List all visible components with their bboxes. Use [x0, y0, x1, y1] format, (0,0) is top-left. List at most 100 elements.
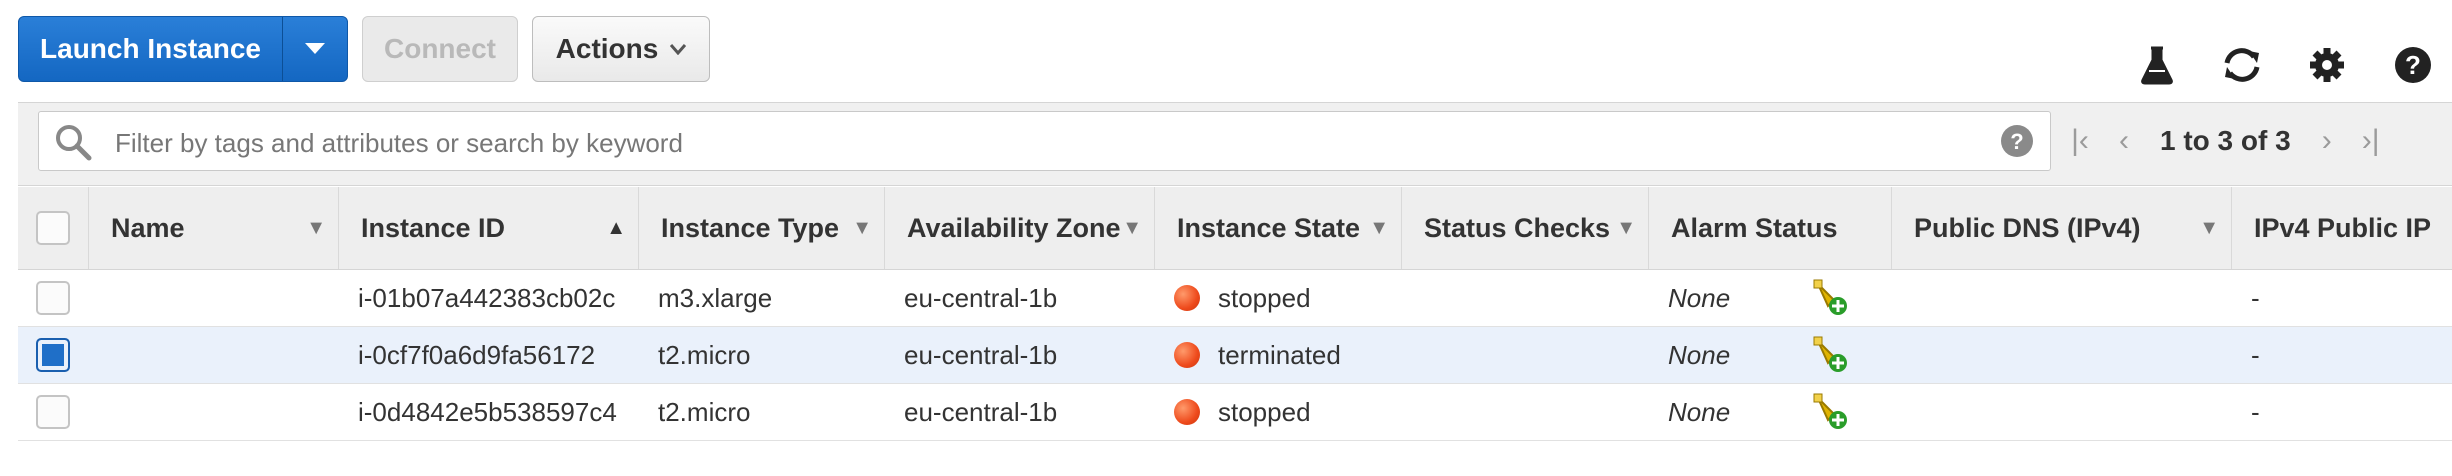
- sort-caret-icon: ▼: [1369, 217, 1389, 239]
- pagination: |‹ ‹ 1 to 3 of 3 › ›|: [2058, 111, 2452, 171]
- state-label: stopped: [1218, 396, 1311, 427]
- table-row[interactable]: i-01b07a442383cb02c m3.xlarge eu-central…: [18, 270, 2452, 327]
- column-header-status-checks[interactable]: Status Checks ▼: [1401, 187, 1648, 269]
- column-label: IPv4 Public IP: [2254, 212, 2432, 243]
- search-placeholder: Filter by tags and attributes or search …: [115, 128, 683, 158]
- prev-page-icon[interactable]: ‹: [2102, 124, 2146, 158]
- help-icon[interactable]: ?: [2388, 40, 2438, 90]
- cell-public-ip: -: [2251, 396, 2260, 427]
- cell-alarm-status: None: [1668, 282, 1731, 313]
- cell-name: [88, 327, 338, 383]
- column-header-instance-state[interactable]: Instance State ▼: [1154, 187, 1401, 269]
- create-alarm-icon[interactable]: [1810, 327, 1850, 383]
- column-header-instance-id[interactable]: Instance ID ▲: [338, 187, 638, 269]
- sort-caret-icon: ▼: [1122, 217, 1142, 239]
- column-label: Availability Zone: [907, 212, 1121, 243]
- row-checkbox[interactable]: [36, 281, 70, 315]
- column-label: Status Checks: [1424, 212, 1611, 243]
- svg-text:?: ?: [2010, 129, 2023, 154]
- launch-instance-label[interactable]: Launch Instance: [19, 17, 282, 81]
- flask-icon[interactable]: [2132, 40, 2182, 90]
- sort-ascending-icon: ▲: [606, 217, 626, 239]
- first-page-icon[interactable]: |‹: [2058, 124, 2102, 158]
- row-select-cell: [18, 327, 70, 383]
- table-header: Name ▼ Instance ID ▲ Instance Type ▼ Availa…: [18, 187, 2452, 270]
- instances-table: Name ▼ Instance ID ▲ Instance Type ▼ Availa…: [18, 187, 2452, 441]
- chevron-down-icon: [670, 44, 687, 55]
- cell-instance-type: t2.micro: [658, 396, 751, 427]
- refresh-icon[interactable]: [2217, 40, 2267, 90]
- cell-public-dns: [1891, 327, 1911, 383]
- cell-availability-zone: eu-central-1b: [904, 396, 1058, 427]
- column-header-availability-zone[interactable]: Availability Zone ▼: [884, 187, 1154, 269]
- instances-panel: Filter by tags and attributes or search …: [18, 102, 2452, 441]
- next-page-icon[interactable]: ›: [2305, 124, 2349, 158]
- cell-name: [88, 270, 338, 326]
- table-row[interactable]: i-0d4842e5b538597c4 t2.micro eu-central-…: [18, 384, 2452, 441]
- column-header-alarm-status[interactable]: Alarm Status: [1648, 187, 1891, 269]
- row-select-cell: [18, 270, 70, 326]
- toolbar: Launch Instance Connect Actions: [18, 16, 710, 82]
- connect-button[interactable]: Connect: [362, 16, 518, 82]
- cell-instance-state: stopped: [1154, 270, 1311, 326]
- search-input[interactable]: Filter by tags and attributes or search …: [38, 111, 2051, 171]
- launch-instance-button[interactable]: Launch Instance: [18, 16, 348, 82]
- create-alarm-icon[interactable]: [1810, 270, 1850, 326]
- cell-alarm-status: None: [1668, 339, 1731, 370]
- column-header-instance-type[interactable]: Instance Type ▼: [638, 187, 884, 269]
- column-header-public-dns[interactable]: Public DNS (IPv4) ▼: [1891, 187, 2231, 269]
- sort-caret-icon: ▼: [1616, 217, 1636, 239]
- cell-status-checks: [1401, 327, 1421, 383]
- row-checkbox[interactable]: [36, 338, 70, 372]
- search-icon: [56, 125, 92, 161]
- select-all-cell: [18, 187, 88, 269]
- cell-instance-type: m3.xlarge: [658, 282, 773, 313]
- actions-button[interactable]: Actions: [532, 16, 710, 82]
- column-label: Instance ID: [361, 212, 506, 243]
- cell-availability-zone: eu-central-1b: [904, 339, 1058, 370]
- toolbar-icons: ?: [2112, 40, 2452, 90]
- caret-down-icon: [305, 43, 325, 54]
- table-row[interactable]: i-0cf7f0a6d9fa56172 t2.micro eu-central-…: [18, 327, 2452, 384]
- cell-instance-state: stopped: [1154, 384, 1311, 440]
- column-header-name[interactable]: Name ▼: [88, 187, 338, 269]
- row-select-cell: [18, 384, 70, 440]
- state-label: terminated: [1218, 339, 1341, 370]
- sort-caret-icon: ▼: [852, 217, 872, 239]
- column-header-public-ip[interactable]: IPv4 Public IP: [2231, 187, 2452, 269]
- column-label: Instance Type: [661, 212, 840, 243]
- actions-label: Actions: [555, 33, 659, 64]
- state-label: stopped: [1218, 282, 1311, 313]
- column-label: Name: [111, 212, 185, 243]
- filter-bar: Filter by tags and attributes or search …: [18, 103, 2452, 186]
- row-checkbox[interactable]: [36, 395, 70, 429]
- state-stopped-icon: [1174, 285, 1200, 311]
- cell-instance-id: i-0d4842e5b538597c4: [358, 396, 617, 427]
- column-label: Alarm Status: [1671, 212, 1838, 243]
- sort-caret-icon: ▼: [2199, 217, 2219, 239]
- state-stopped-icon: [1174, 399, 1200, 425]
- select-all-checkbox[interactable]: [36, 211, 70, 245]
- svg-text:?: ?: [2405, 50, 2421, 80]
- cell-instance-id: i-01b07a442383cb02c: [358, 282, 616, 313]
- cell-instance-state: terminated: [1154, 327, 1341, 383]
- create-alarm-icon[interactable]: [1810, 384, 1850, 440]
- help-icon[interactable]: ?: [2000, 124, 2034, 158]
- pagination-text: 1 to 3 of 3: [2160, 125, 2291, 156]
- cell-instance-type: t2.micro: [658, 339, 751, 370]
- cell-public-dns: [1891, 270, 1911, 326]
- column-label: Instance State: [1177, 212, 1361, 243]
- launch-dropdown-button[interactable]: [282, 17, 347, 81]
- column-label: Public DNS (IPv4): [1914, 212, 2141, 243]
- cell-public-dns: [1891, 384, 1911, 440]
- cell-status-checks: [1401, 270, 1421, 326]
- cell-name: [88, 384, 338, 440]
- cell-public-ip: -: [2251, 339, 2260, 370]
- state-terminated-icon: [1174, 342, 1200, 368]
- cell-instance-id: i-0cf7f0a6d9fa56172: [358, 339, 596, 370]
- sort-caret-icon: ▼: [306, 217, 326, 239]
- gear-icon[interactable]: [2302, 40, 2352, 90]
- last-page-icon[interactable]: ›|: [2349, 124, 2393, 158]
- cell-alarm-status: None: [1668, 396, 1731, 427]
- cell-status-checks: [1401, 384, 1421, 440]
